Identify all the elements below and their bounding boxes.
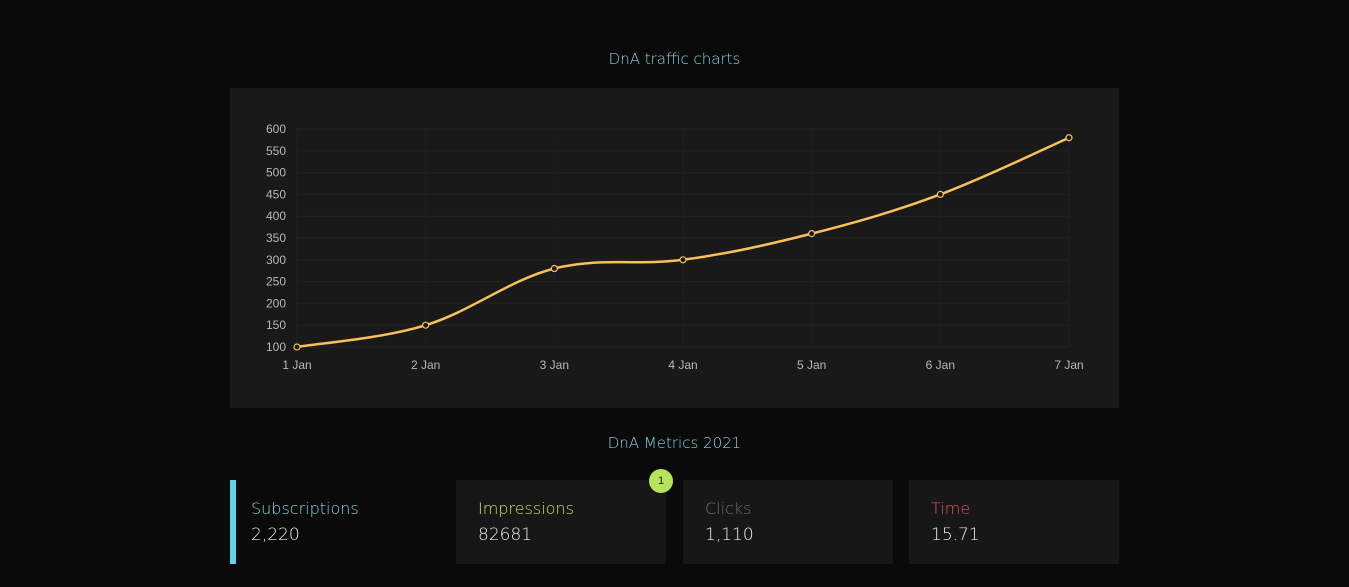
metrics-section-title: DnA Metrics 2021 [607,434,742,452]
metrics-cards: Subscriptions 2,220 Impressions 82681 Cl… [230,480,1119,564]
metric-card-impressions[interactable]: Impressions 82681 [456,480,666,564]
y-tick-label: 550 [266,144,286,158]
data-point [550,264,558,273]
y-tick-label: 300 [266,253,286,267]
data-point [679,256,687,264]
metric-label: Time [931,499,971,518]
y-tick-label: 250 [266,275,286,289]
data-point [808,230,816,238]
metric-value: 82681 [478,525,533,545]
y-tick-label: 600 [266,122,286,136]
metric-value: 15.71 [931,525,980,545]
metric-card-subscriptions[interactable]: Subscriptions 2,220 [230,480,440,564]
x-tick-label: 6 Jan [926,358,955,372]
metric-label: Impressions [478,499,574,518]
x-tick-label: 4 Jan [668,358,697,372]
y-tick-label: 350 [266,231,286,245]
chart-section-title: DnA traffic charts [608,50,741,68]
metric-card-time[interactable]: Time 15.71 [909,480,1119,564]
metric-label: Clicks [705,499,752,518]
y-tick-label: 450 [266,187,286,201]
y-tick-label: 150 [266,318,286,332]
y-tick-label: 400 [266,209,286,223]
x-tick-label: 2 Jan [411,358,440,372]
metric-value: 1,110 [705,525,754,545]
notification-badge[interactable]: 1 [649,469,673,493]
data-point [293,343,301,351]
metric-card-clicks[interactable]: Clicks 1,110 [683,480,893,564]
y-tick-label: 500 [266,166,286,180]
y-tick-label: 200 [266,296,286,310]
traffic-chart-panel: 100 150 200 250 300 350 400 450 500 550 600 1 Jan 2 … [230,88,1119,408]
x-tick-label: 3 Jan [540,358,569,372]
x-tick-label: 5 Jan [797,358,826,372]
data-point [1065,134,1073,142]
metric-value: 2,220 [251,525,300,545]
data-point [936,190,944,199]
traffic-chart: 100 150 200 250 300 350 400 450 500 550 600 1 Jan 2 … [266,122,1084,372]
y-tick-label: 100 [266,340,286,354]
data-point [422,321,430,329]
metric-label: Subscriptions [251,499,359,518]
x-tick-label: 7 Jan [1054,358,1083,372]
x-tick-label: 1 Jan [282,358,311,372]
